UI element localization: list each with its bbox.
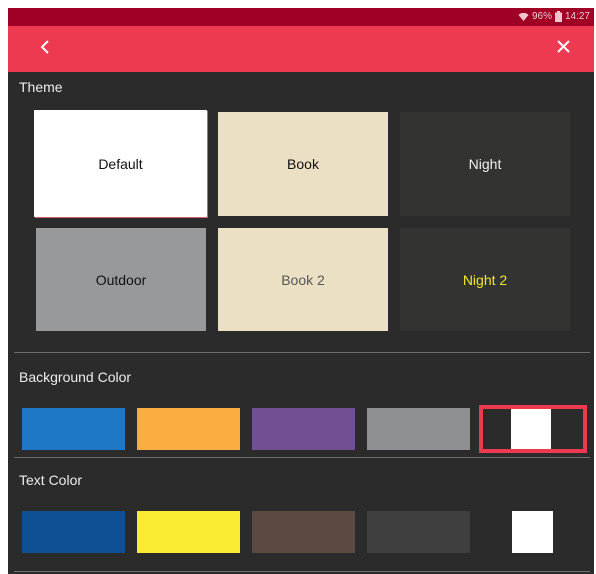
- text-color-swatch-white[interactable]: [512, 511, 553, 553]
- status-time: 14:27: [564, 11, 590, 22]
- theme-option-night-2[interactable]: Night 2: [400, 228, 570, 331]
- back-button[interactable]: [32, 36, 58, 62]
- reading-settings-panel: 96% 14:27 Theme Default Book Night Outdo…: [8, 8, 594, 574]
- background-color-swatch-white: [511, 409, 551, 449]
- close-icon: [556, 40, 570, 58]
- background-color-swatch-gray[interactable]: [367, 408, 470, 450]
- background-color-swatch-white-selected[interactable]: [479, 405, 587, 453]
- chevron-left-icon: [40, 39, 50, 59]
- text-color-swatch-yellow[interactable]: [137, 511, 240, 553]
- theme-option-default[interactable]: Default: [34, 110, 207, 217]
- theme-section-title: Theme: [19, 79, 63, 95]
- theme-option-label: Night 2: [462, 271, 508, 288]
- background-color-section-title: Background Color: [19, 369, 132, 385]
- toolbar: [8, 26, 594, 72]
- theme-option-book[interactable]: Book: [218, 112, 388, 216]
- close-button[interactable]: [550, 36, 576, 62]
- theme-option-label: Book 2: [281, 271, 325, 288]
- background-color-swatch-orange[interactable]: [137, 408, 240, 450]
- text-color-section-title: Text Color: [19, 472, 83, 488]
- background-color-swatch-blue[interactable]: [22, 408, 125, 450]
- theme-option-label: Outdoor: [95, 271, 147, 288]
- theme-option-outdoor[interactable]: Outdoor: [36, 228, 206, 331]
- section-divider: [14, 571, 590, 572]
- theme-option-book-2[interactable]: Book 2: [218, 228, 388, 331]
- text-color-swatch-brown[interactable]: [252, 511, 355, 553]
- theme-option-label: Book: [287, 156, 319, 172]
- battery-icon: [554, 11, 562, 22]
- wifi-icon: [518, 12, 529, 21]
- battery-level: 96%: [531, 11, 552, 22]
- theme-option-night[interactable]: Night: [400, 112, 570, 216]
- text-color-swatch-blue[interactable]: [22, 511, 125, 553]
- section-divider: [14, 457, 590, 458]
- text-color-swatch-dark-gray[interactable]: [367, 511, 470, 553]
- background-color-swatch-purple[interactable]: [252, 408, 355, 450]
- theme-option-label: Night: [468, 156, 502, 172]
- section-divider: [14, 352, 590, 353]
- theme-option-label: Default: [98, 155, 143, 172]
- status-bar: 96% 14:27: [8, 8, 594, 26]
